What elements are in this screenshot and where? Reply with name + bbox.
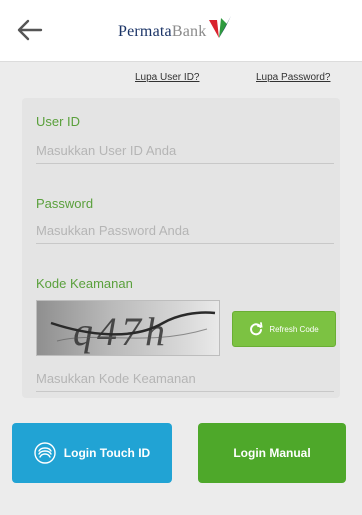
login-form-card: User ID Password Kode Keamanan q47h Refr… <box>22 98 340 398</box>
refresh-code-label: Refresh Code <box>269 324 319 334</box>
forgot-user-id-link[interactable]: Lupa User ID? <box>135 72 199 83</box>
captcha-graphic: q47h <box>50 309 216 354</box>
security-code-input[interactable] <box>36 366 334 392</box>
logo-name: Permata <box>118 23 172 40</box>
security-code-label: Kode Keamanan <box>36 276 133 291</box>
refresh-code-button[interactable]: Refresh Code <box>232 311 336 347</box>
arrow-left-icon <box>17 19 43 41</box>
logo-text: PermataBank <box>118 24 206 50</box>
permata-bank-logo: PermataBank <box>118 10 233 50</box>
login-touch-id-button[interactable]: Login Touch ID <box>12 423 172 483</box>
refresh-icon <box>250 322 263 336</box>
fingerprint-icon <box>34 442 56 464</box>
permata-logo-mark-icon <box>209 16 232 38</box>
login-touch-id-label: Login Touch ID <box>63 446 151 460</box>
back-button[interactable] <box>10 10 50 50</box>
forgot-links: Lupa User ID? Lupa Password? <box>0 68 362 88</box>
password-label: Password <box>36 196 94 211</box>
password-input[interactable] <box>36 218 334 244</box>
login-manual-label: Login Manual <box>233 446 311 460</box>
top-bar: PermataBank <box>0 0 362 62</box>
user-id-input[interactable] <box>36 138 334 164</box>
forgot-password-link[interactable]: Lupa Password? <box>256 72 331 83</box>
logo-bank: Bank <box>171 23 207 40</box>
login-manual-button[interactable]: Login Manual <box>198 423 346 483</box>
user-id-label: User ID <box>36 114 81 129</box>
captcha-image: q47h <box>36 300 220 356</box>
